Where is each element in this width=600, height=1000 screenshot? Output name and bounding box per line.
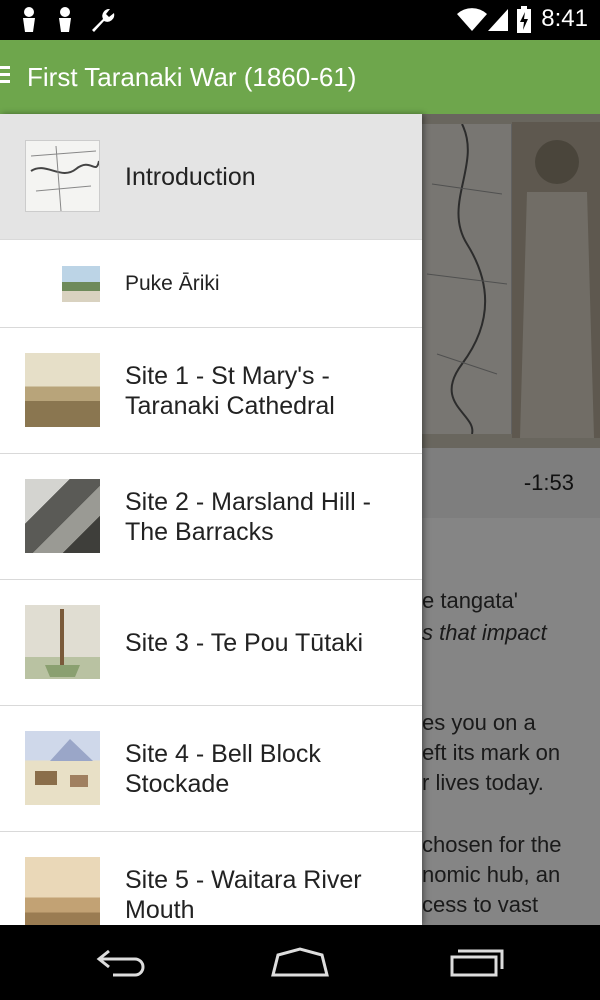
drawer-item-label: Site 4 - Bell Block Stockade (125, 740, 321, 798)
cell-signal-icon (488, 9, 508, 31)
puke-ariki-thumbnail (62, 266, 100, 302)
site-1-thumbnail (25, 353, 100, 427)
drawer-item-label: Introduction (125, 163, 256, 191)
drawer-item-site-1[interactable]: Site 1 - St Mary's - Taranaki Cathedral (0, 328, 422, 454)
recents-icon[interactable] (446, 943, 506, 983)
status-bar: 8:41 (0, 0, 600, 40)
drawer-item-site-5[interactable]: Site 5 - Waitara River Mouth (0, 832, 422, 925)
drawer-item-site-3[interactable]: Site 3 - Te Pou Tūtaki (0, 580, 422, 706)
app-title: First Taranaki War (1860-61) (27, 62, 357, 92)
drawer-item-label: Puke Āriki (125, 272, 220, 295)
navigation-drawer: Introduction Puke Āriki Site 1 - St Mary… (0, 114, 422, 925)
drawer-item-label: Site 2 - Marsland Hill - The Barracks (125, 488, 371, 546)
site-2-thumbnail (25, 479, 100, 553)
drawer-item-site-4[interactable]: Site 4 - Bell Block Stockade (0, 706, 422, 832)
site-3-thumbnail (25, 605, 100, 679)
wrench-icon (92, 8, 115, 33)
back-icon[interactable] (95, 943, 155, 983)
map-thumbnail (25, 140, 100, 212)
drawer-item-puke-ariki[interactable]: Puke Āriki (0, 240, 422, 328)
person-pin-icon (59, 7, 71, 32)
home-icon[interactable] (270, 943, 330, 983)
person-pin-icon (23, 7, 35, 32)
drawer-item-label: Site 3 - Te Pou Tūtaki (125, 629, 364, 657)
menu-icon[interactable] (0, 66, 10, 86)
drawer-item-introduction[interactable]: Introduction (0, 114, 422, 240)
wifi-icon (457, 8, 487, 32)
site-5-thumbnail (25, 857, 100, 925)
system-nav-bar (0, 925, 600, 1000)
drawer-item-label: Site 1 - St Mary's - Taranaki Cathedral (125, 362, 335, 420)
site-4-thumbnail (25, 731, 100, 805)
drawer-item-site-2[interactable]: Site 2 - Marsland Hill - The Barracks (0, 454, 422, 580)
battery-charging-icon (517, 6, 531, 33)
status-time: 8:41 (541, 5, 588, 32)
app-bar: First Taranaki War (1860-61) (0, 40, 600, 114)
drawer-item-label: Site 5 - Waitara River Mouth (125, 866, 362, 924)
